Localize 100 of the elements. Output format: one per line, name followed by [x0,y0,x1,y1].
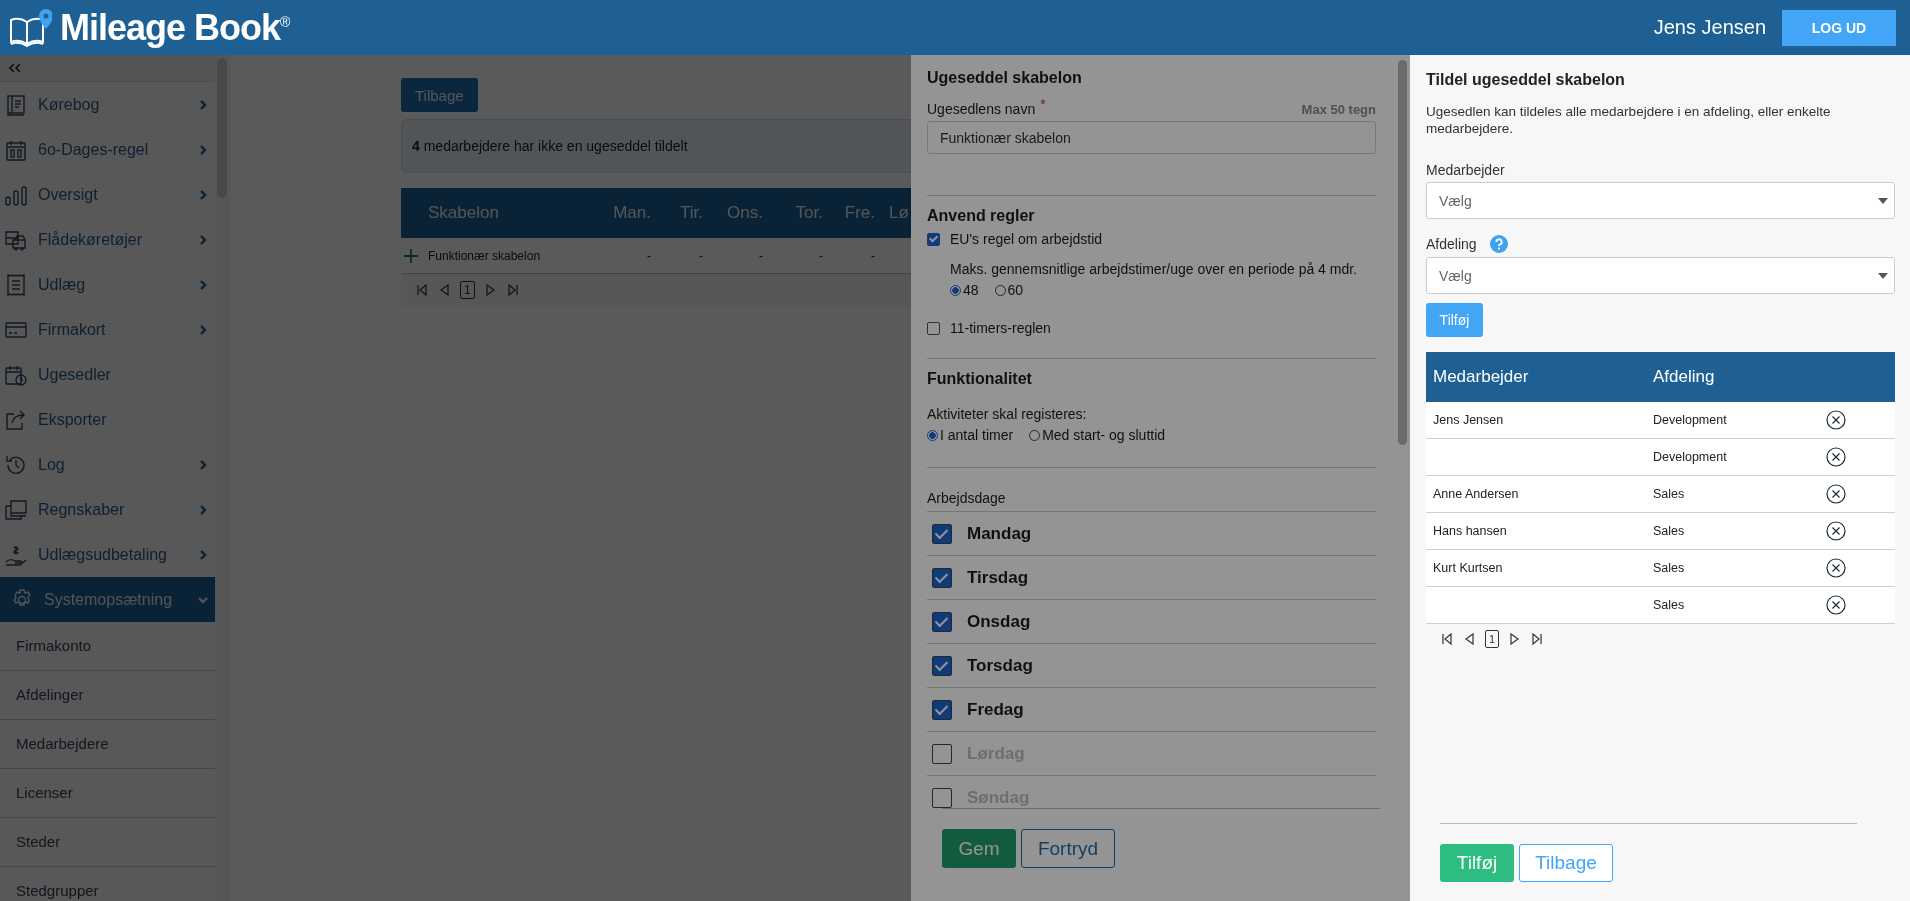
table-cell-text: - [818,248,824,263]
dropdown-caret-icon [1878,272,1888,279]
sidebar-item[interactable]: Firmakort [0,307,215,352]
remove-icon[interactable] [1826,558,1846,578]
sidebar-item[interactable]: Systemopsætning [0,577,215,622]
checkbox[interactable] [932,611,952,632]
checkbox[interactable] [932,743,952,764]
app-logo-text: Mileage Book$^{®}$ [60,6,290,49]
table-cell: Sales [1653,561,1685,575]
radio-label: 60 [1007,282,1024,298]
sidebar-item[interactable]: 6o-Dages-regel [0,127,215,172]
dropdown-caret-icon [1878,197,1888,204]
checkbox-label: EU's regel om arbejdstid [950,231,1103,247]
save-button[interactable]: Gem [942,829,1016,868]
cancel-button[interactable]: Fortryd [1021,829,1115,868]
scrollbar-thumb[interactable] [1398,60,1407,445]
back-button[interactable]: Tilbage [401,78,478,112]
table-cell: Anne Andersen [1433,487,1519,501]
table-cell-text: - [870,248,876,263]
department-select[interactable]: Vælg [1426,257,1895,294]
day-label: Onsdag [967,611,1031,632]
add-button[interactable]: Tilføj [1426,303,1483,337]
radio-button[interactable] [927,429,938,441]
sidebar-item[interactable]: Flådekøretøjer [0,217,215,262]
sidebar-item[interactable]: Oversigt [0,172,215,217]
radio-label: I antal timer [940,427,1014,443]
checkbox[interactable] [932,787,952,808]
radio-button[interactable] [1029,429,1041,441]
last-page-icon[interactable] [1531,633,1544,645]
table-cell: Development [1653,450,1727,464]
radio-label: 48 [963,282,979,298]
remove-icon[interactable] [1826,595,1846,615]
checkbox[interactable] [932,655,952,676]
field-label: Medarbejder [1426,162,1506,178]
table-cell-text: - [758,248,764,263]
rule-description: Maks. gennemsnitlige arbejdstimer/uge over en periode på 4 mdr. [950,261,1358,277]
column-header: Ons. [726,203,764,223]
checkbox-label: 11-timers-reglen [950,320,1051,336]
table-cell: Sales [1653,524,1685,538]
previous-page-icon[interactable] [1463,633,1475,645]
day-label: Mandag [967,523,1032,544]
page-number[interactable]: 1 [1485,630,1500,648]
employee-select[interactable]: Vælg [1426,182,1895,219]
panel-description: Ugesedlen kan tildeles alle medarbejdere i en afdeling, eller enkelte medarbejdere. [1426,103,1832,137]
sidebar-item[interactable]: Eksporter [0,397,215,442]
panel-title: Tildel ugeseddel skabelon [1426,71,1626,89]
day-label: Fredag [967,699,1024,720]
books-icon [4,497,28,522]
section-heading: Arbejdsdage [927,490,1376,512]
table-cell-text: - [698,248,704,263]
remove-icon[interactable] [1826,410,1846,430]
remove-icon[interactable] [1826,484,1846,504]
book-icon [4,92,28,117]
required-mark: * [1040,96,1046,112]
section-heading: Anvend regler [927,207,1036,225]
page-number[interactable]: 1 [460,281,475,299]
collapse-icon[interactable] [9,63,21,73]
column-header: Afdeling [1652,367,1716,387]
help-icon[interactable] [1489,235,1508,253]
column-header: Tor. [794,203,824,223]
panel-title: Ugeseddel skabelon [927,69,1083,87]
sidebar-item[interactable]: Udlæg [0,262,215,307]
column-header: Tir. [679,203,704,223]
sidebar-item[interactable]: Udlægsudbetaling [0,532,215,577]
column-header: Fre. [843,203,876,223]
field-label: Ugesedlens navn [927,101,1036,117]
sidebar-item[interactable]: Kørebog [0,82,215,127]
name-input-field[interactable]: Funktionær skabelon [927,121,1376,154]
day-label: Torsdag [967,655,1033,676]
receipt-icon [4,272,28,297]
table-cell: Development [1653,413,1727,427]
sidebar-item[interactable]: Log [0,442,215,487]
table-cell: Jens Jensen [1433,413,1504,427]
field-label: Afdeling [1426,236,1477,252]
checkbox[interactable] [927,232,940,246]
table-cell-text: Funktionær skabelon [428,248,542,263]
back-button[interactable]: Tilbage [1519,844,1613,882]
checkbox[interactable] [932,699,952,720]
table-cell-text: - [646,248,652,263]
column-header: Man. [612,203,652,223]
remove-icon[interactable] [1826,521,1846,541]
add-button[interactable]: Tilføj [1440,844,1514,882]
radio-label: Med start- og sluttid [1042,427,1166,443]
radio-button[interactable] [994,284,1006,296]
sidebar-item[interactable]: Regnskaber [0,487,215,532]
field-label: Aktiviteter skal registeres: [927,406,1088,422]
column-header: Medarbejder [1432,367,1530,387]
sidebar-item[interactable]: Ugesedler [0,352,215,397]
table-cell: Sales [1653,487,1685,501]
checkbox[interactable] [927,321,940,335]
remove-icon[interactable] [1826,447,1846,467]
table-cell: Hans hansen [1433,524,1507,538]
column-header: Skabelon [427,203,500,223]
first-page-icon[interactable] [1441,633,1453,645]
checkbox[interactable] [932,567,952,588]
logout-button[interactable]: LOG UD [1782,9,1896,46]
radio-button[interactable] [950,284,961,296]
checkbox[interactable] [932,523,952,544]
table-cell: Sales [1653,598,1685,612]
section-heading: Funktionalitet [927,370,1033,388]
